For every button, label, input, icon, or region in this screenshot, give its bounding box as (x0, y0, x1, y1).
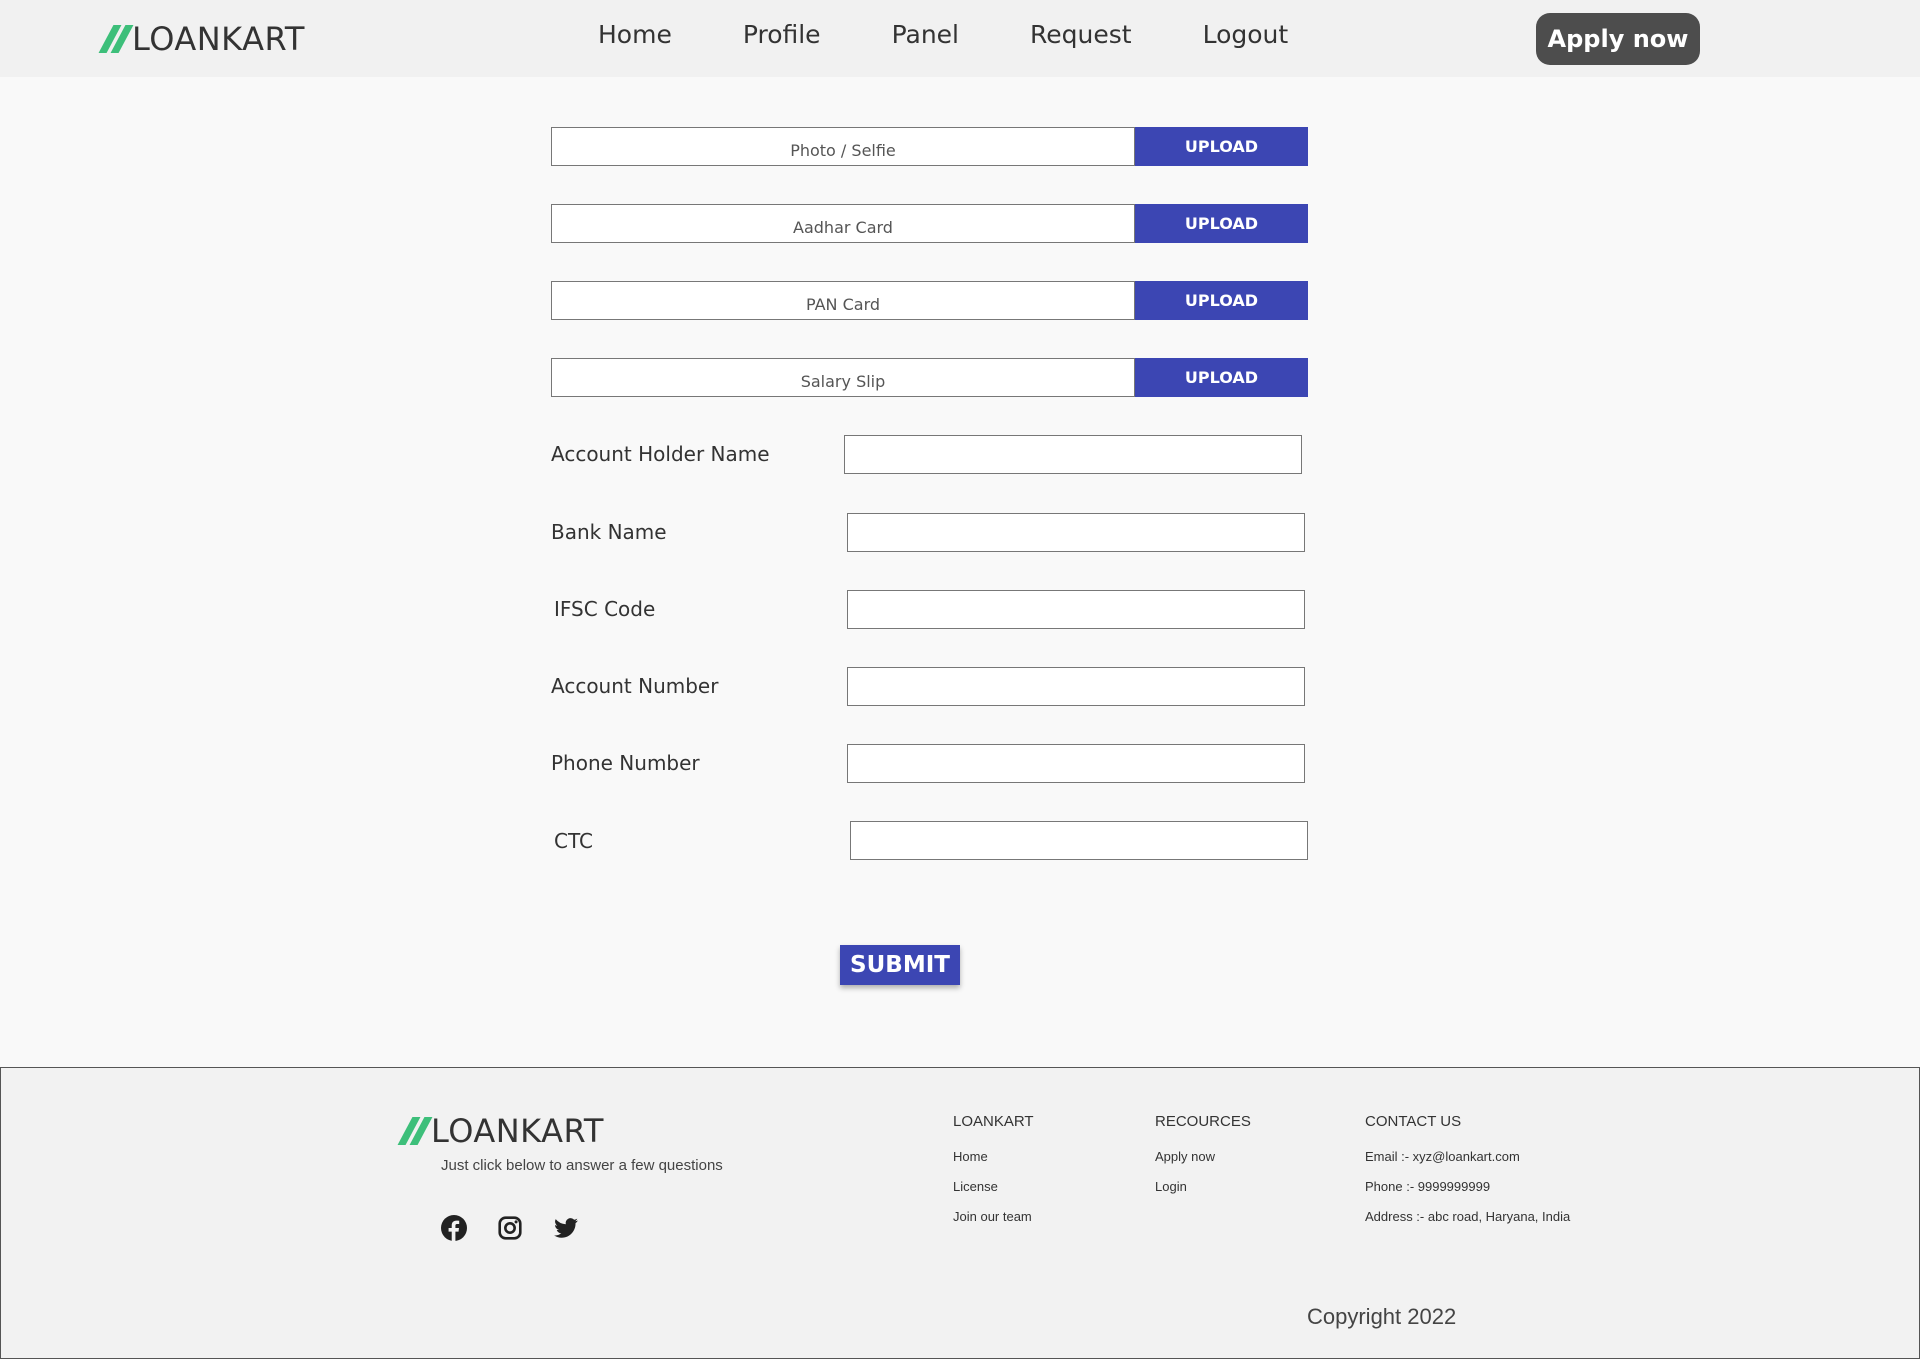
nav-request[interactable]: Request (1030, 20, 1132, 49)
footer-column-resources: RECOURCES Apply now Login (1155, 1113, 1251, 1209)
instagram-icon[interactable] (497, 1215, 523, 1241)
bank-name-input[interactable] (847, 513, 1305, 552)
footer-column-loankart: LOANKART Home License Join our team (953, 1113, 1034, 1239)
account-number-input[interactable] (847, 667, 1305, 706)
footer-link-apply-now[interactable]: Apply now (1155, 1149, 1251, 1179)
account-holder-name-input[interactable] (844, 435, 1302, 474)
upload-photo-button[interactable]: UPLOAD (1135, 127, 1308, 166)
upload-aadhar-button[interactable]: UPLOAD (1135, 204, 1308, 243)
brand-logo[interactable]: LOANKART (98, 20, 305, 58)
upload-field-label: PAN Card (551, 281, 1135, 320)
footer-link-home[interactable]: Home (953, 1149, 1034, 1179)
footer: LOANKART Just click below to answer a fe… (0, 1067, 1920, 1359)
logo-mark-icon (397, 1117, 433, 1145)
bank-name-label: Bank Name (551, 520, 667, 544)
nav-panel[interactable]: Panel (892, 20, 959, 49)
upload-row-salary-slip: Salary Slip UPLOAD (551, 358, 1308, 397)
contact-address: Address :- abc road, Haryana, India (1365, 1209, 1571, 1224)
apply-now-button[interactable]: Apply now (1536, 13, 1700, 65)
copyright-text: Copyright 2022 (1307, 1304, 1457, 1329)
nav-home[interactable]: Home (598, 20, 672, 49)
upload-row-aadhar: Aadhar Card UPLOAD (551, 204, 1308, 243)
phone-number-label: Phone Number (551, 751, 700, 775)
phone-number-input[interactable] (847, 744, 1305, 783)
footer-column-heading: CONTACT US (1365, 1113, 1462, 1130)
account-holder-name-label: Account Holder Name (551, 442, 770, 466)
footer-column-heading: LOANKART (953, 1113, 1034, 1130)
nav-logout[interactable]: Logout (1203, 20, 1289, 49)
footer-link-join-our-team[interactable]: Join our team (953, 1209, 1034, 1239)
ctc-input[interactable] (850, 821, 1308, 860)
upload-pan-button[interactable]: UPLOAD (1135, 281, 1308, 320)
upload-row-photo: Photo / Selfie UPLOAD (551, 127, 1308, 166)
footer-link-license[interactable]: License (953, 1179, 1034, 1209)
footer-brand-name: LOANKART (431, 1112, 604, 1150)
upload-salary-slip-button[interactable]: UPLOAD (1135, 358, 1308, 397)
footer-column-heading: RECOURCES (1155, 1113, 1251, 1130)
upload-field-label: Aadhar Card (551, 204, 1135, 243)
contact-email: Email :- xyz@loankart.com (1365, 1149, 1520, 1164)
footer-column-contact: CONTACT US Email :- xyz@loankart.com Pho… (1365, 1113, 1570, 1239)
contact-phone: Phone :- 9999999999 (1365, 1179, 1491, 1194)
social-links (441, 1215, 579, 1241)
upload-field-label: Photo / Selfie (551, 127, 1135, 166)
twitter-icon[interactable] (553, 1215, 579, 1241)
facebook-icon[interactable] (441, 1215, 467, 1241)
nav-profile[interactable]: Profile (743, 20, 821, 49)
footer-tagline: Just click below to answer a few questio… (441, 1157, 723, 1174)
ifsc-code-label: IFSC Code (554, 597, 656, 621)
header: LOANKART Home Profile Panel Request Logo… (0, 0, 1920, 77)
ifsc-code-input[interactable] (847, 590, 1305, 629)
footer-link-login[interactable]: Login (1155, 1179, 1251, 1209)
brand-name: LOANKART (132, 20, 305, 58)
upload-row-pan: PAN Card UPLOAD (551, 281, 1308, 320)
account-number-label: Account Number (551, 674, 719, 698)
ctc-label: CTC (554, 829, 593, 853)
footer-brand-logo[interactable]: LOANKART (397, 1112, 604, 1150)
upload-field-label: Salary Slip (551, 358, 1135, 397)
main-nav: Home Profile Panel Request Logout (598, 20, 1359, 49)
submit-button[interactable]: SUBMIT (840, 945, 960, 985)
logo-mark-icon (98, 25, 134, 53)
